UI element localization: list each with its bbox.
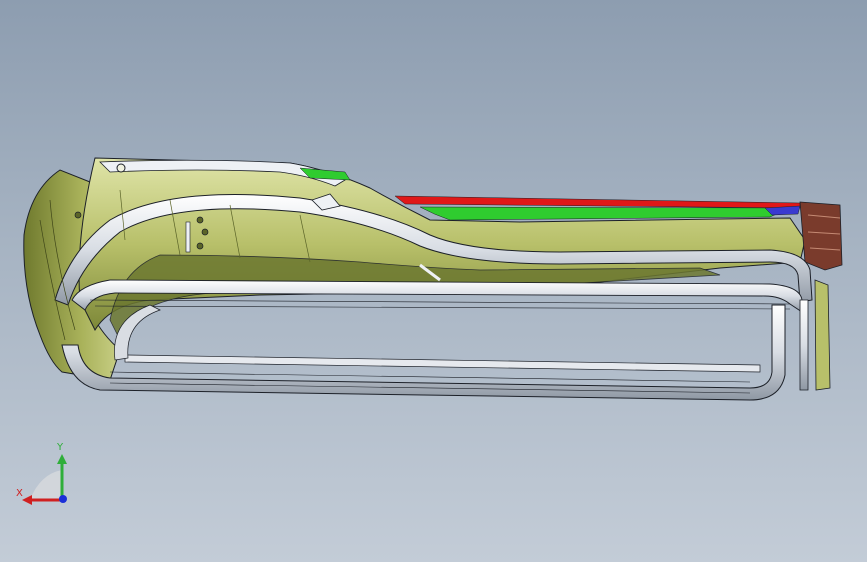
axis-y-label: Y <box>57 442 64 453</box>
3d-model[interactable] <box>0 0 867 562</box>
right-vertical-tube <box>799 299 809 391</box>
orientation-triad <box>22 454 67 505</box>
inner-lower-rail <box>124 354 761 373</box>
right-vertical-tube-2 <box>814 279 831 391</box>
cad-viewport[interactable]: Y X <box>0 0 867 562</box>
green-strip <box>419 206 791 221</box>
axis-x-label: X <box>16 488 23 499</box>
triad-plane <box>30 470 62 500</box>
z-axis-icon <box>59 495 67 503</box>
right-end-block <box>799 201 843 271</box>
lower-loop-tube <box>61 304 786 401</box>
red-strip <box>394 195 801 209</box>
